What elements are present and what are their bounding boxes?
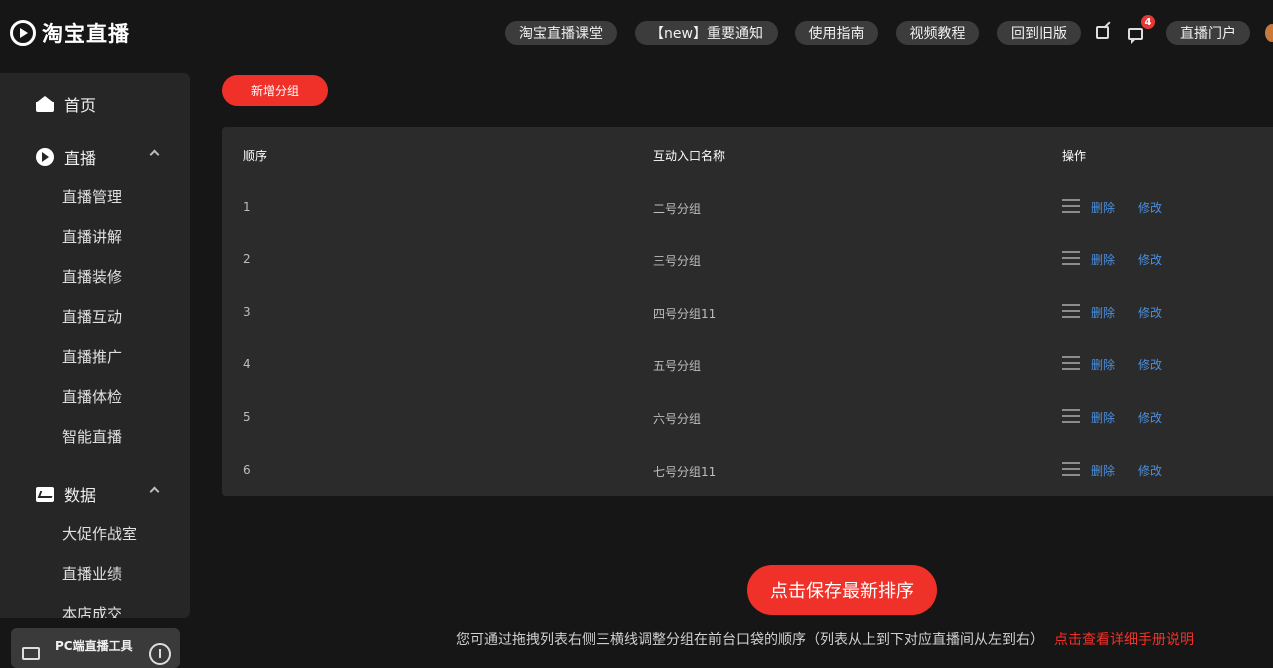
row-name: 二号分组: [653, 202, 702, 216]
group-table: 顺序 互动入口名称 操作 1 二号分组 删除 修改 2 三号分组 删除 修改 3…: [222, 127, 1273, 496]
sidebar-item-store-deals[interactable]: 本店成交: [62, 604, 122, 618]
edit-button[interactable]: 修改: [1138, 462, 1162, 479]
sidebar-group-label: 数据: [64, 486, 97, 505]
column-header-actions: 操作: [1062, 149, 1087, 163]
home-icon: [36, 96, 54, 112]
column-header-order: 顺序: [243, 149, 268, 163]
message-count-badge: 4: [1141, 15, 1155, 29]
header-nav: 淘宝直播课堂 【new】重要通知 使用指南 视频教程 回到旧版 直播门户: [0, 21, 1273, 45]
row-name: 五号分组: [653, 359, 702, 373]
nav-portal[interactable]: 直播门户: [1166, 21, 1250, 45]
delete-button[interactable]: 删除: [1091, 356, 1115, 373]
edit-icon[interactable]: [1096, 26, 1109, 39]
row-name: 三号分组: [653, 254, 702, 268]
edit-button[interactable]: 修改: [1138, 304, 1162, 321]
drag-handle-icon[interactable]: [1062, 462, 1080, 476]
pc-tool-label: PC端直播工具: [55, 639, 133, 653]
edit-button[interactable]: 修改: [1138, 409, 1162, 426]
live-play-icon: [36, 148, 54, 166]
sidebar-item-war-room[interactable]: 大促作战室: [62, 524, 137, 544]
sidebar-group-live[interactable]: 直播: [36, 147, 160, 168]
nav-video-tutorial[interactable]: 视频教程: [896, 21, 979, 45]
sidebar-group-label: 直播: [64, 149, 97, 168]
monitor-icon: [22, 647, 40, 660]
sidebar-item-home[interactable]: 首页: [36, 94, 97, 115]
row-order: 6: [243, 463, 251, 477]
message-icon[interactable]: [1128, 28, 1143, 44]
sidebar-item-live-promote[interactable]: 直播推广: [62, 347, 122, 367]
edit-button[interactable]: 修改: [1138, 251, 1162, 268]
nav-notice[interactable]: 【new】重要通知: [635, 21, 778, 45]
nav-classroom[interactable]: 淘宝直播课堂: [505, 21, 617, 45]
sidebar: 首页 直播 直播管理 直播讲解 直播装修 直播互动 直播推广 直播体检 智能直播…: [0, 73, 190, 618]
sidebar-item-live-explain[interactable]: 直播讲解: [62, 227, 122, 247]
hint-text: 您可通过拖拽列表右侧三横线调整分组在前台口袋的顺序（列表从上到下对应直播间从左到…: [456, 629, 1194, 649]
drag-handle-icon[interactable]: [1062, 251, 1080, 265]
row-name: 四号分组11: [653, 307, 717, 321]
manual-link[interactable]: 点击查看详细手册说明: [1054, 632, 1194, 648]
nav-guide[interactable]: 使用指南: [795, 21, 878, 45]
row-order: 4: [243, 357, 251, 371]
edit-button[interactable]: 修改: [1138, 356, 1162, 373]
add-group-button[interactable]: 新增分组: [222, 75, 328, 106]
column-header-name: 互动入口名称: [653, 149, 726, 163]
delete-button[interactable]: 删除: [1091, 409, 1115, 426]
delete-button[interactable]: 删除: [1091, 251, 1115, 268]
delete-button[interactable]: 删除: [1091, 199, 1115, 216]
sidebar-item-live-manage[interactable]: 直播管理: [62, 187, 122, 207]
top-bar: 淘宝直播 淘宝直播课堂 【new】重要通知 使用指南 视频教程 回到旧版 直播门…: [0, 0, 1273, 66]
sidebar-item-smart-live[interactable]: 智能直播: [62, 427, 122, 447]
avatar[interactable]: [1265, 24, 1273, 42]
sidebar-item-live-checkup[interactable]: 直播体检: [62, 387, 122, 407]
sidebar-group-data[interactable]: 数据: [36, 484, 160, 505]
sidebar-item-live-decorate[interactable]: 直播装修: [62, 267, 122, 287]
row-order: 1: [243, 200, 251, 214]
delete-button[interactable]: 删除: [1091, 462, 1115, 479]
data-chart-icon: [36, 486, 54, 502]
sidebar-item-live-performance[interactable]: 直播业绩: [62, 564, 122, 584]
row-name: 六号分组: [653, 412, 702, 426]
delete-button[interactable]: 删除: [1091, 304, 1115, 321]
row-order: 5: [243, 410, 251, 424]
drag-handle-icon[interactable]: [1062, 304, 1080, 318]
nav-old-version[interactable]: 回到旧版: [997, 21, 1081, 45]
drag-handle-icon[interactable]: [1062, 409, 1080, 423]
hint-description: 您可通过拖拽列表右侧三横线调整分组在前台口袋的顺序（列表从上到下对应直播间从左到…: [456, 632, 1044, 648]
pc-live-tool-button[interactable]: PC端直播工具: [11, 628, 180, 668]
save-order-button[interactable]: 点击保存最新排序: [747, 565, 937, 615]
download-icon: [149, 643, 171, 665]
sidebar-item-live-interact[interactable]: 直播互动: [62, 307, 122, 327]
chevron-up-icon: [149, 486, 160, 497]
row-order: 3: [243, 305, 251, 319]
sidebar-item-label: 首页: [64, 96, 97, 115]
chevron-up-icon: [149, 149, 160, 160]
edit-button[interactable]: 修改: [1138, 199, 1162, 216]
drag-handle-icon[interactable]: [1062, 356, 1080, 370]
drag-handle-icon[interactable]: [1062, 199, 1080, 213]
row-order: 2: [243, 252, 251, 266]
row-name: 七号分组11: [653, 465, 717, 479]
